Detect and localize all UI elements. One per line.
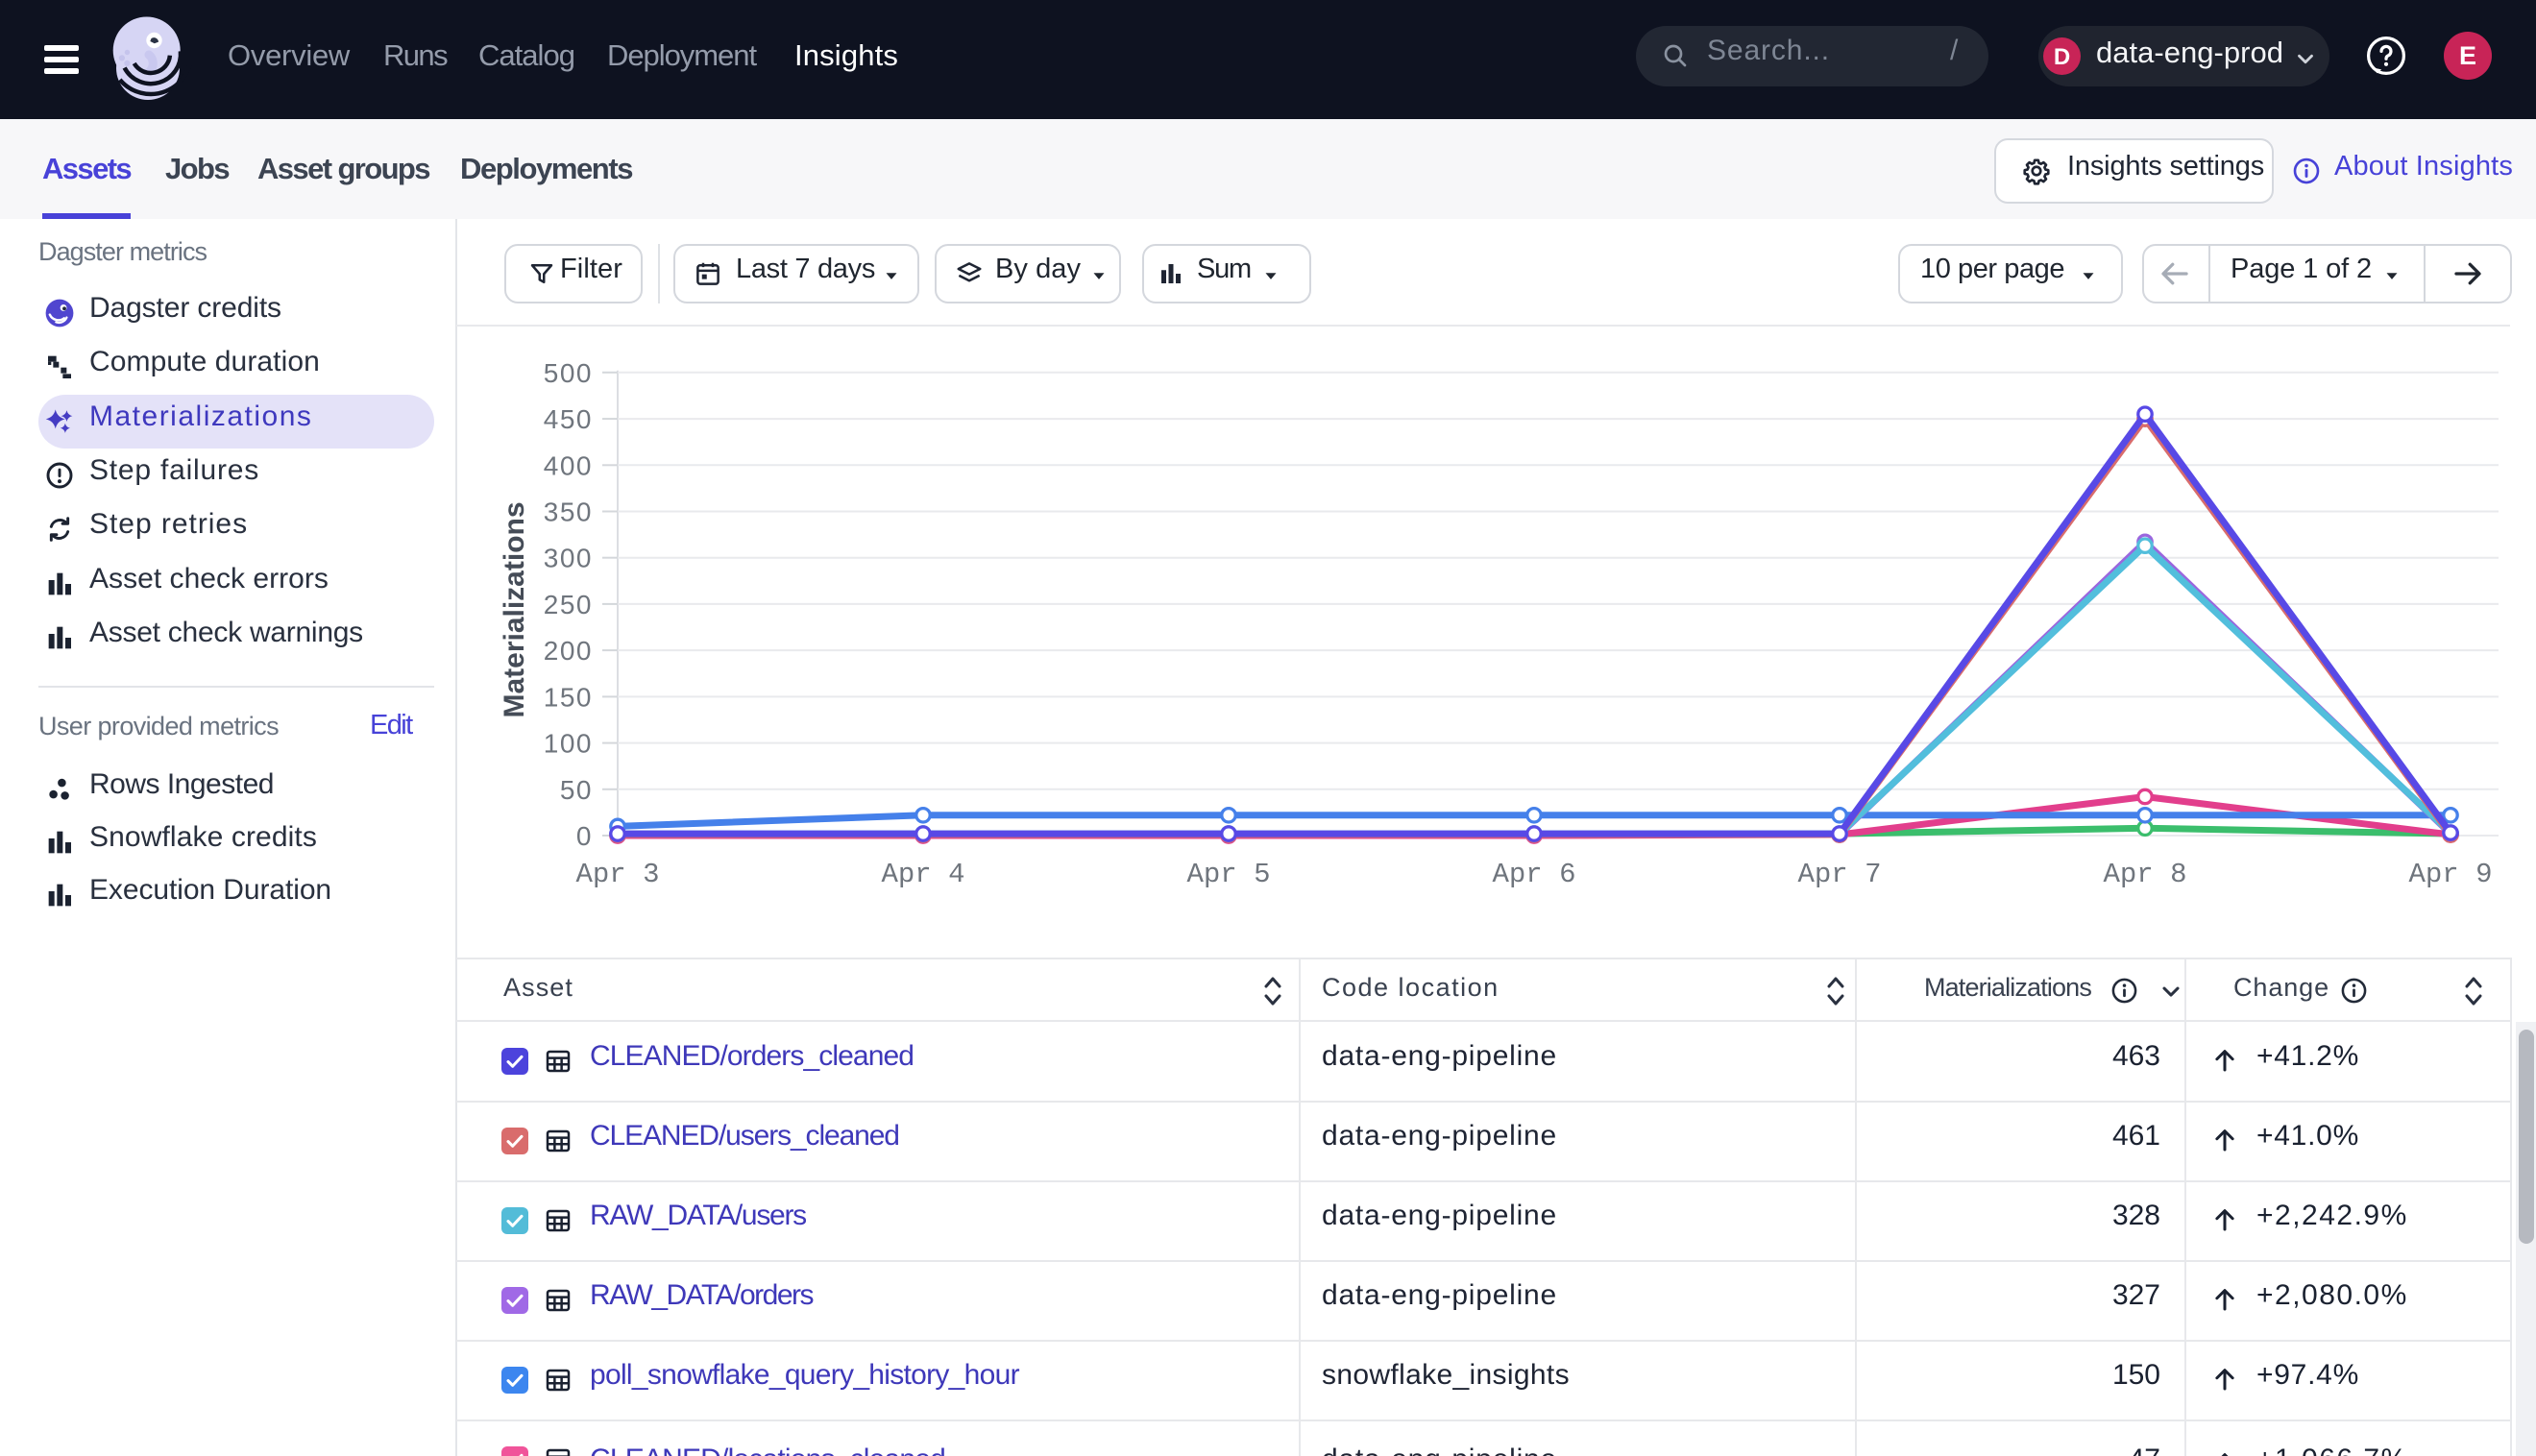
svg-text:Apr 5: Apr 5 [1186,859,1270,890]
svg-text:0: 0 [576,821,593,851]
svg-text:100: 100 [544,729,593,759]
svg-text:200: 200 [544,636,593,666]
svg-text:400: 400 [544,450,593,480]
svg-text:Apr 3: Apr 3 [575,859,659,890]
svg-text:50: 50 [560,775,593,805]
svg-text:Apr 9: Apr 9 [2408,859,2492,890]
svg-text:250: 250 [544,590,593,619]
svg-text:350: 350 [544,497,593,527]
svg-text:Apr 6: Apr 6 [1492,859,1575,890]
svg-text:450: 450 [544,404,593,434]
svg-text:Apr 8: Apr 8 [2103,859,2186,890]
svg-text:300: 300 [544,544,593,573]
svg-text:150: 150 [544,682,593,712]
svg-text:Apr 4: Apr 4 [881,859,964,890]
svg-text:500: 500 [544,358,593,388]
svg-text:Apr 7: Apr 7 [1797,859,1881,890]
svg-text:Materializations: Materializations [499,501,530,717]
